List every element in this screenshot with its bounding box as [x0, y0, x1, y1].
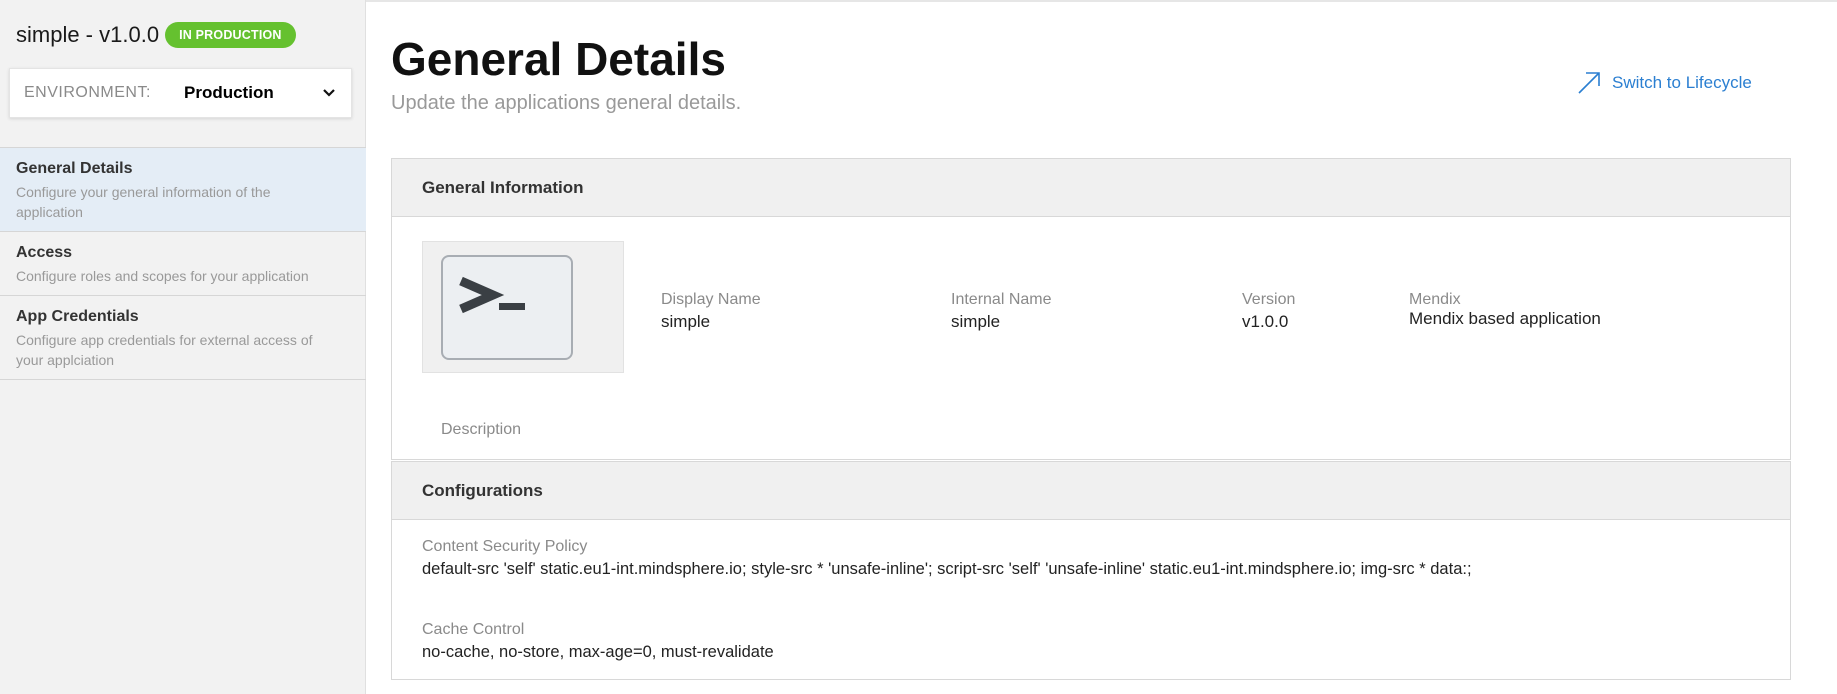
mendix-field: Mendix Mendix based application — [1409, 291, 1601, 329]
environment-value: Production — [184, 83, 274, 102]
csp-field: Content Security Policy default-src 'sel… — [422, 538, 1472, 579]
sidebar-item-general-details[interactable]: General Details Configure your general i… — [0, 147, 366, 232]
internal-name-label: Internal Name — [951, 291, 1052, 308]
version-field: Version v1.0.0 — [1242, 291, 1295, 332]
terminal-icon — [441, 255, 573, 360]
page-title: General Details — [391, 33, 726, 85]
internal-name-value: simple — [951, 312, 1001, 331]
csp-label: Content Security Policy — [422, 538, 588, 555]
display-name-field: Display Name simple — [661, 291, 761, 332]
page-subtitle: Update the applications general details. — [391, 92, 742, 114]
cache-control-value: no-cache, no-store, max-age=0, must-reva… — [422, 643, 774, 661]
sidebar-nav: General Details Configure your general i… — [0, 147, 366, 380]
sidebar-item-title: Access — [16, 244, 73, 261]
sidebar-item-desc: Configure app credentials for external a… — [16, 332, 313, 368]
app-title-row: simple - v1.0.0 IN PRODUCTION — [16, 22, 296, 48]
mendix-value: Mendix based application — [1409, 309, 1601, 328]
sidebar-item-desc: Configure roles and scopes for your appl… — [16, 268, 309, 284]
sidebar-item-app-credentials[interactable]: App Credentials Configure app credential… — [0, 296, 366, 380]
display-name-label: Display Name — [661, 291, 761, 308]
mendix-label: Mendix — [1409, 291, 1461, 308]
sidebar-item-desc: Configure your general information of th… — [16, 184, 271, 220]
version-value: v1.0.0 — [1242, 312, 1289, 331]
general-information-header: General Information — [392, 159, 1790, 217]
general-information-panel: General Information Display Name simple … — [391, 158, 1791, 460]
switch-link-label: Switch to Lifecycle — [1612, 73, 1752, 92]
sidebar-item-access[interactable]: Access Configure roles and scopes for yo… — [0, 232, 366, 296]
sidebar-item-title: App Credentials — [16, 308, 139, 325]
display-name-value: simple — [661, 312, 711, 331]
configurations-header: Configurations — [392, 462, 1790, 520]
version-label: Version — [1242, 291, 1296, 308]
app-icon-frame — [422, 241, 624, 373]
arrow-up-right-icon — [1578, 72, 1600, 94]
sidebar: simple - v1.0.0 IN PRODUCTION ENVIRONMEN… — [0, 0, 366, 694]
sidebar-item-title: General Details — [16, 160, 133, 177]
app-title: simple - v1.0.0 — [16, 22, 160, 47]
environment-select[interactable]: ENVIRONMENT: Production — [9, 68, 352, 118]
switch-to-lifecycle-link[interactable]: Switch to Lifecycle — [1576, 70, 1752, 96]
status-badge: IN PRODUCTION — [165, 22, 296, 48]
cache-control-label: Cache Control — [422, 621, 525, 638]
environment-label: ENVIRONMENT: — [24, 84, 151, 101]
internal-name-field: Internal Name simple — [951, 291, 1052, 332]
csp-value: default-src 'self' static.eu1-int.mindsp… — [422, 560, 1472, 578]
cache-control-field: Cache Control no-cache, no-store, max-ag… — [422, 621, 774, 662]
description-label: Description — [441, 421, 522, 438]
chevron-down-icon[interactable] — [307, 88, 351, 98]
configurations-panel: Configurations Content Security Policy d… — [391, 461, 1791, 680]
